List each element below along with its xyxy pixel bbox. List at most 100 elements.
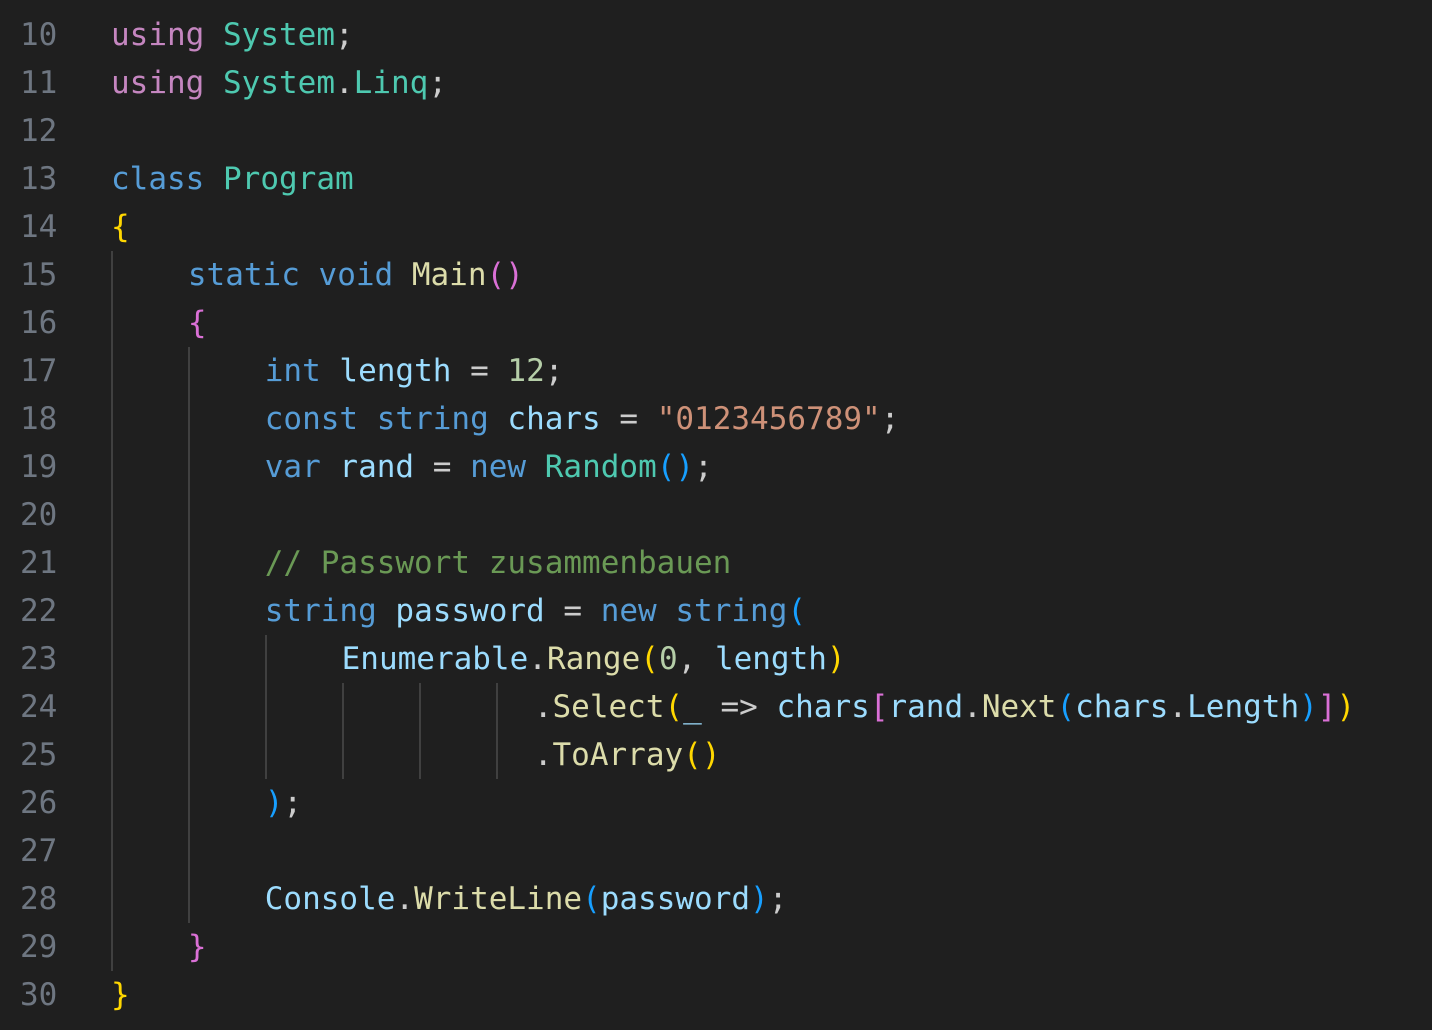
code-line[interactable]: 19 var rand = new Random();	[0, 443, 1432, 491]
code-token: (	[664, 689, 684, 725]
code-line[interactable]: 30}	[0, 971, 1432, 1019]
line-number: 29	[20, 929, 58, 965]
code-token: new	[470, 449, 527, 485]
line-code[interactable]: .ToArray()	[534, 731, 721, 779]
code-token: .	[533, 689, 553, 725]
line-number: 30	[20, 977, 58, 1013]
code-line[interactable]: 14 {	[0, 203, 1432, 251]
code-token: length	[714, 641, 827, 677]
code-line[interactable]: 27	[0, 827, 1432, 875]
line-code[interactable]: Enumerable.Range(0, length)	[342, 635, 846, 683]
code-token: .	[334, 65, 354, 101]
code-line[interactable]: 22 string password = new string(	[0, 587, 1432, 635]
line-code[interactable]: );	[265, 779, 302, 827]
line-code[interactable]: }	[111, 971, 130, 1019]
code-line[interactable]: 17 int length = 12;	[0, 347, 1432, 395]
code-token: ()	[683, 737, 721, 773]
code-token: Main	[411, 257, 487, 293]
code-line[interactable]: 15 static void Main()	[0, 251, 1432, 299]
code-token: string	[264, 593, 377, 629]
code-token: chars	[507, 401, 601, 437]
code-token: ]	[1317, 689, 1337, 725]
code-token: (	[582, 881, 601, 917]
code-token: Select	[552, 689, 665, 725]
code-token: 12	[507, 353, 545, 389]
code-line[interactable]: 24 .Select(_ => chars[rand.Next(chars.Len…	[0, 683, 1432, 731]
code-line[interactable]: 11 using System.Linq;	[0, 59, 1432, 107]
code-token: ;	[334, 17, 354, 53]
code-token: ;	[694, 449, 713, 485]
code-token: var	[264, 449, 321, 485]
code-token: Range	[546, 641, 641, 677]
code-line[interactable]: 23 Enumerable.Range(0, length)	[0, 635, 1432, 683]
code-token: {	[111, 209, 130, 245]
line-code[interactable]: static void Main()	[188, 251, 524, 299]
code-token: .	[963, 689, 982, 725]
code-line[interactable]: 18 const string chars = "0123456789";	[0, 395, 1432, 443]
code-line[interactable]: 12	[0, 107, 1432, 155]
code-line[interactable]: 29}	[0, 923, 1432, 971]
code-token: Linq	[353, 65, 429, 101]
code-line[interactable]: 26);	[0, 779, 1432, 827]
code-token: )	[750, 881, 769, 917]
code-token: Length	[1187, 689, 1300, 725]
code-token: (	[1056, 689, 1076, 725]
code-line[interactable]: 25 .ToArray()	[0, 731, 1432, 779]
line-code[interactable]: using System;	[111, 11, 354, 59]
code-line[interactable]: 13 class Program	[0, 155, 1432, 203]
code-token: rand	[888, 689, 964, 725]
line-code[interactable]: {	[111, 203, 130, 251]
line-number: 20	[20, 497, 58, 533]
code-token: password	[600, 881, 751, 917]
code-line[interactable]: 16 {	[0, 299, 1432, 347]
code-token: .	[528, 641, 547, 677]
code-line[interactable]: 21 // Passwort zusammenbauen	[0, 539, 1432, 587]
code-token: using	[111, 65, 205, 101]
code-token: .	[533, 737, 553, 773]
code-token: using	[111, 17, 205, 53]
line-code[interactable]: .Select(_ => chars[rand.Next(chars.Lengt…	[534, 683, 1355, 731]
code-token: string	[376, 401, 489, 437]
code-token: "0123456789"	[656, 401, 881, 437]
code-token: int	[264, 353, 321, 389]
code-token: // Passwort zusammenbauen	[264, 545, 732, 581]
code-token: ToArray	[552, 737, 684, 773]
code-token: Random	[544, 449, 657, 485]
line-code[interactable]: }	[188, 923, 207, 971]
code-token: WriteLine	[414, 881, 583, 917]
line-number: 16	[20, 305, 58, 341]
code-line[interactable]: 20	[0, 491, 1432, 539]
line-code[interactable]: var rand = new Random();	[265, 443, 713, 491]
code-token: =	[600, 401, 657, 437]
code-token: new	[600, 593, 657, 629]
code-line[interactable]: 10 using System;	[0, 11, 1432, 59]
line-code[interactable]: // Passwort zusammenbauen	[265, 539, 732, 587]
code-token: ()	[656, 449, 695, 485]
line-code[interactable]: string password = new string(	[265, 587, 806, 635]
line-code[interactable]: using System.Linq;	[111, 59, 447, 107]
code-token: ;	[428, 65, 447, 101]
code-token: =	[414, 449, 471, 485]
line-number: 17	[20, 353, 58, 389]
code-token: =	[544, 593, 601, 629]
line-number: 14	[20, 209, 58, 245]
code-token: static	[187, 257, 300, 293]
code-token: }	[111, 977, 130, 1013]
line-code[interactable]: Console.WriteLine(password);	[265, 875, 788, 923]
line-code[interactable]: const string chars = "0123456789";	[265, 395, 900, 443]
code-token: =>	[701, 689, 777, 725]
code-token: )	[264, 785, 284, 821]
code-editor[interactable]: 10 using System; 11 using System.Linq; 12 13 c…	[0, 0, 1432, 1030]
line-code[interactable]: int length = 12;	[265, 347, 564, 395]
line-code[interactable]: {	[188, 299, 207, 347]
code-token: System	[223, 17, 335, 53]
code-line[interactable]: 28 Console.WriteLine(password);	[0, 875, 1432, 923]
line-number: 11	[20, 65, 58, 101]
line-code[interactable]: class Program	[111, 155, 354, 203]
code-token: string	[675, 593, 788, 629]
